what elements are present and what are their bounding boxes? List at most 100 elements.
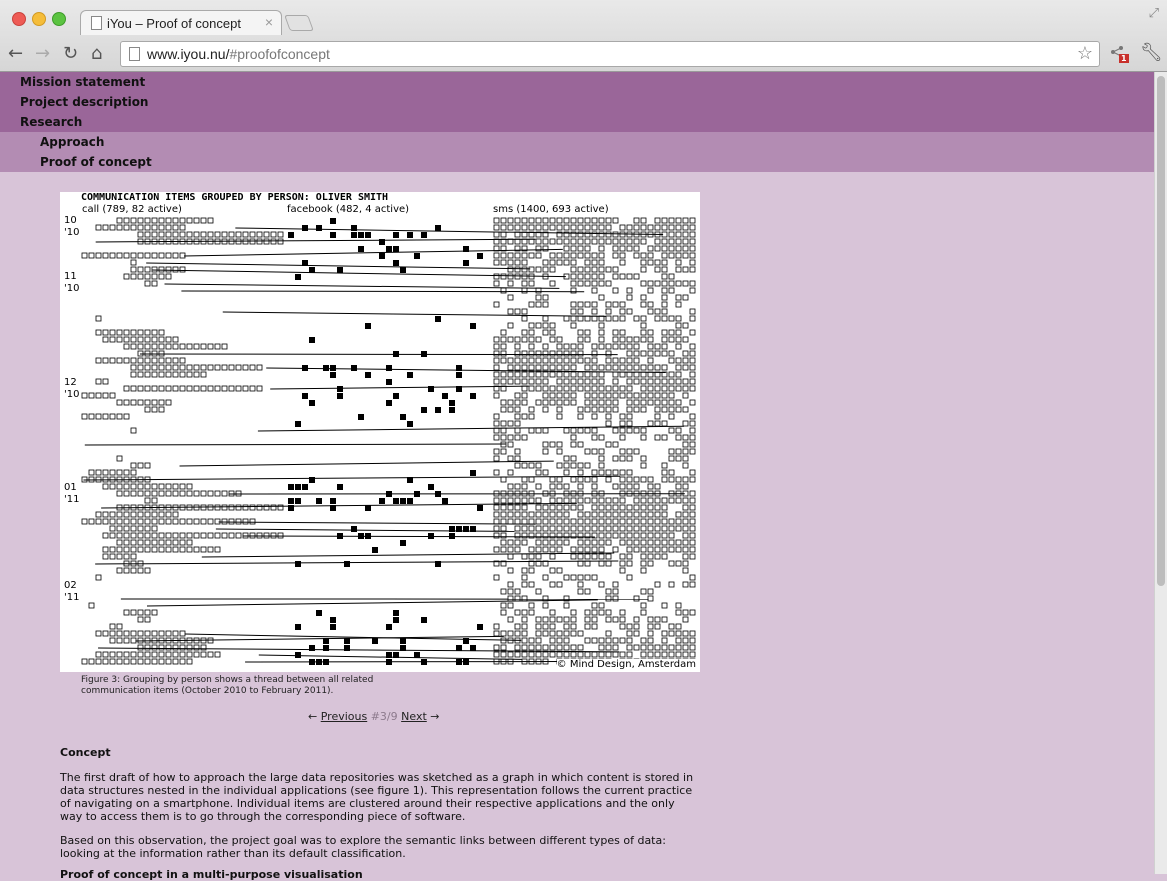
row-label-month: 11 (64, 271, 77, 282)
sms-item-mark (543, 267, 548, 272)
sms-item-mark (578, 337, 583, 342)
next-link[interactable]: Next (401, 710, 427, 723)
sms-item-mark (627, 337, 632, 342)
sms-item-mark (599, 267, 604, 272)
sms-item-mark (585, 225, 590, 230)
sms-item-mark (620, 554, 625, 559)
call-item-mark (152, 610, 157, 615)
menu-item-project-description[interactable]: Project description (20, 95, 148, 109)
sms-item-mark (683, 561, 688, 566)
sms-item-mark (494, 379, 499, 384)
sms-item-mark (613, 547, 618, 552)
sms-item-mark (620, 239, 625, 244)
minimize-window-button[interactable] (32, 12, 46, 26)
wrench-icon[interactable]: 🔧︎ (1140, 42, 1163, 63)
sms-item-mark (571, 498, 576, 503)
sms-item-mark (599, 519, 604, 524)
sms-item-mark (641, 547, 646, 552)
sms-item-mark (557, 400, 562, 405)
call-item-mark (145, 512, 150, 517)
sms-item-mark (578, 309, 583, 314)
sms-item-mark (641, 337, 646, 342)
sms-item-mark (669, 379, 674, 384)
sms-item-mark (690, 526, 695, 531)
submenu-item-approach[interactable]: Approach (40, 135, 104, 149)
sms-item-mark (613, 274, 618, 279)
sms-item-mark (620, 498, 625, 503)
sms-item-mark (550, 260, 555, 265)
call-item-mark (166, 400, 171, 405)
sms-item-mark (690, 449, 695, 454)
menu-item-research[interactable]: Research (20, 115, 82, 129)
facebook-item-mark (288, 484, 294, 490)
previous-link[interactable]: Previous (321, 710, 368, 723)
sms-item-mark (683, 505, 688, 510)
sms-item-mark (683, 225, 688, 230)
sms-item-mark (613, 456, 618, 461)
call-item-mark (110, 519, 115, 524)
call-item-mark (250, 365, 255, 370)
call-item-mark (124, 470, 129, 475)
sms-item-mark (599, 526, 604, 531)
sms-item-mark (592, 400, 597, 405)
sms-item-mark (515, 351, 520, 356)
call-item-mark (117, 330, 122, 335)
call-item-mark (110, 547, 115, 552)
sms-item-mark (613, 302, 618, 307)
sms-item-mark (613, 638, 618, 643)
new-tab-button[interactable] (284, 15, 314, 31)
bookmark-star-icon[interactable]: ☆ (1077, 43, 1093, 64)
sms-item-mark (634, 246, 639, 251)
sms-item-mark (634, 337, 639, 342)
row-label-year: '11 (64, 592, 79, 603)
sms-item-mark (669, 540, 674, 545)
sms-item-mark (515, 309, 520, 314)
sms-item-mark (564, 365, 569, 370)
menu-item-mission-statement[interactable]: Mission statement (20, 75, 145, 89)
sms-item-mark (592, 372, 597, 377)
call-item-mark (215, 533, 220, 538)
sms-item-mark (641, 379, 646, 384)
sms-item-mark (592, 260, 597, 265)
sms-item-mark (620, 428, 625, 433)
call-item-mark (138, 610, 143, 615)
sms-item-mark (676, 547, 681, 552)
figure-plot (60, 192, 700, 672)
sms-item-mark (613, 365, 618, 370)
sms-item-mark (522, 498, 527, 503)
sms-item-mark (690, 477, 695, 482)
sms-item-mark (529, 638, 534, 643)
home-icon[interactable]: ⌂ (91, 43, 102, 64)
tab-close-icon[interactable]: × (265, 14, 273, 30)
zoom-window-button[interactable] (52, 12, 66, 26)
scrollbar-thumb[interactable] (1157, 76, 1165, 586)
fullscreen-icon[interactable]: ⤢ (1149, 6, 1159, 21)
reload-icon[interactable]: ↻ (63, 43, 78, 64)
browser-tab[interactable]: iYou – Proof of concept × (80, 10, 282, 35)
sms-item-mark (641, 505, 646, 510)
sms-item-mark (599, 456, 604, 461)
forward-icon[interactable]: → (35, 43, 50, 64)
url-text[interactable]: www.iyou.nu/#proofofconcept (147, 46, 330, 62)
back-icon[interactable]: ← (8, 43, 23, 64)
sms-item-mark (543, 386, 548, 391)
sms-item-mark (550, 554, 555, 559)
facebook-item-mark (358, 246, 364, 252)
sms-item-mark (550, 631, 555, 636)
sms-item-mark (564, 603, 569, 608)
call-item-mark (103, 379, 108, 384)
extension-button[interactable]: 1 (1110, 44, 1130, 64)
close-window-button[interactable] (12, 12, 26, 26)
address-bar[interactable]: www.iyou.nu/#proofofconcept ☆ (120, 41, 1100, 67)
sms-item-mark (599, 512, 604, 517)
sms-item-mark (564, 225, 569, 230)
sms-item-mark (515, 435, 520, 440)
sms-item-mark (634, 218, 639, 223)
submenu-item-proof-of-concept[interactable]: Proof of concept (40, 155, 152, 169)
sms-item-mark (550, 442, 555, 447)
sms-item-mark (571, 288, 576, 293)
sms-item-mark (501, 540, 506, 545)
sms-item-mark (690, 519, 695, 524)
sms-item-mark (571, 344, 576, 349)
call-item-mark (152, 659, 157, 664)
